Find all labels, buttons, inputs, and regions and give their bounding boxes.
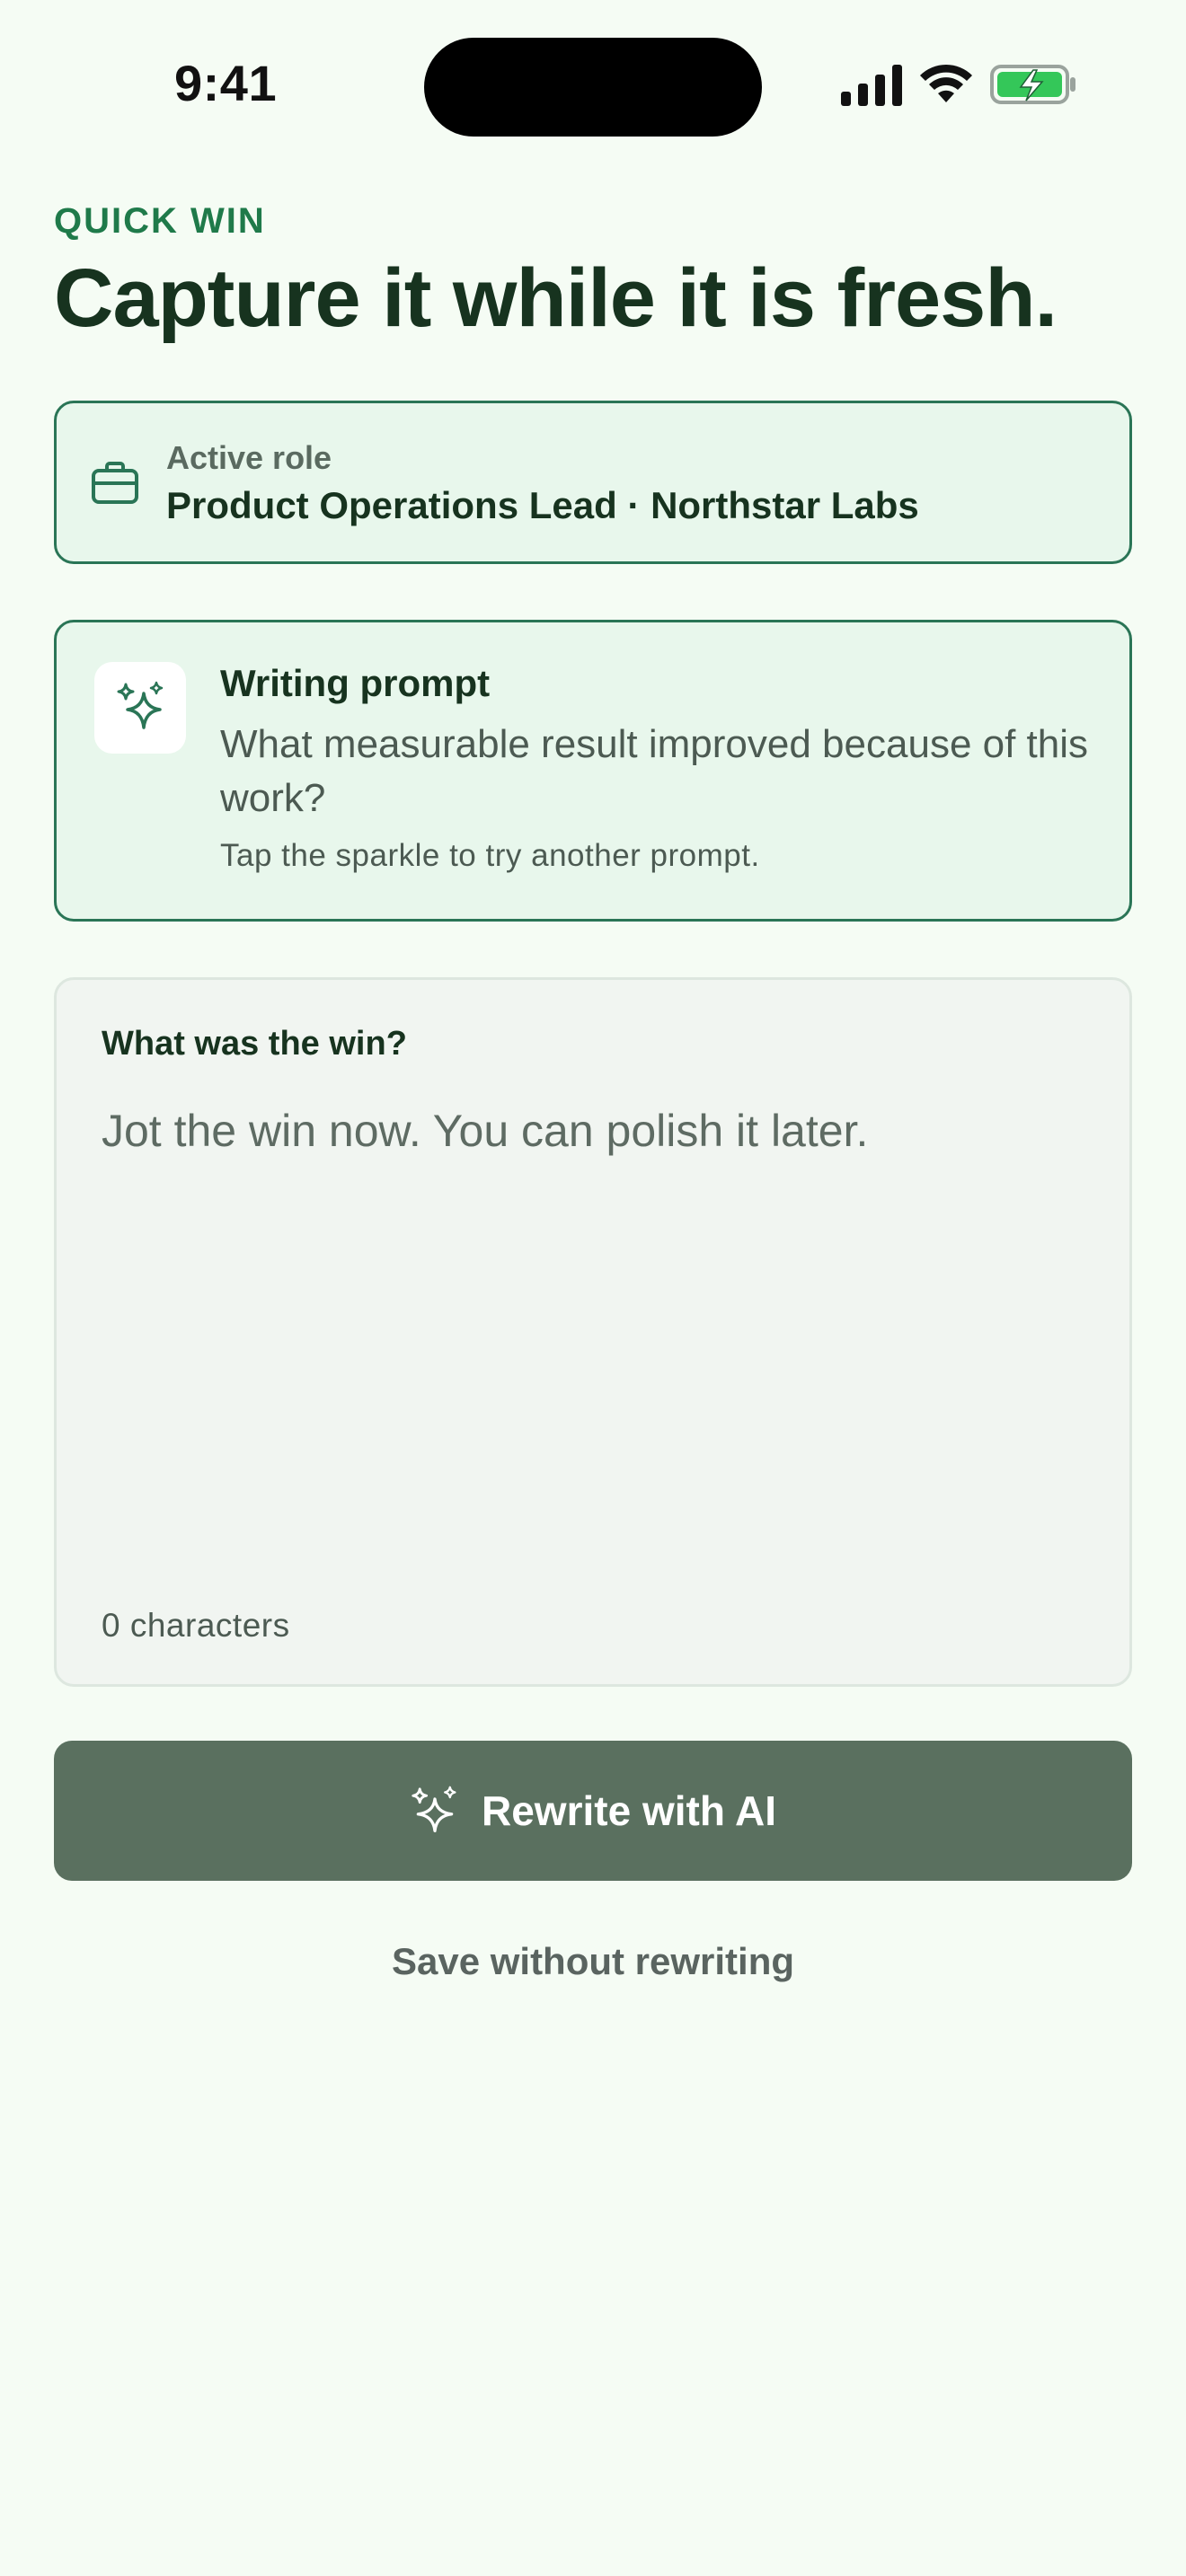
wifi-icon (920, 64, 972, 102)
page-title: Capture it while it is fresh. (54, 252, 1058, 344)
prompt-hint: Tap the sparkle to try another prompt. (220, 838, 760, 873)
win-entry-textarea[interactable] (102, 1102, 1090, 1587)
active-role-card[interactable]: Active role Product Operations Lead · No… (54, 401, 1132, 564)
sparkle-icon (412, 1786, 456, 1833)
battery-charging-icon (990, 65, 1075, 104)
save-without-rewriting-button[interactable]: Save without rewriting (0, 1940, 1186, 1983)
win-entry-label: What was the win? (102, 1025, 407, 1063)
rewrite-with-ai-button[interactable]: Rewrite with AI (54, 1741, 1132, 1881)
character-count: 0 characters (102, 1607, 290, 1644)
sparkle-button[interactable] (94, 662, 186, 754)
writing-prompt-card: Writing prompt What measurable result im… (54, 620, 1132, 922)
section-eyebrow: QUICK WIN (54, 201, 266, 241)
prompt-title: Writing prompt (220, 662, 491, 704)
status-bar: 9:41 (0, 0, 1186, 144)
sparkle-icon (117, 681, 164, 729)
rewrite-button-label: Rewrite with AI (482, 1787, 776, 1834)
status-time: 9:41 (174, 55, 278, 111)
active-role-label: Active role (166, 439, 332, 476)
cellular-signal-icon (841, 65, 902, 106)
active-role-value: Product Operations Lead · Northstar Labs (166, 484, 919, 526)
win-entry-card: What was the win? 0 characters (54, 977, 1132, 1687)
dynamic-island (424, 38, 762, 137)
briefcase-icon (92, 462, 138, 504)
prompt-text: What measurable result improved because … (220, 722, 1089, 820)
